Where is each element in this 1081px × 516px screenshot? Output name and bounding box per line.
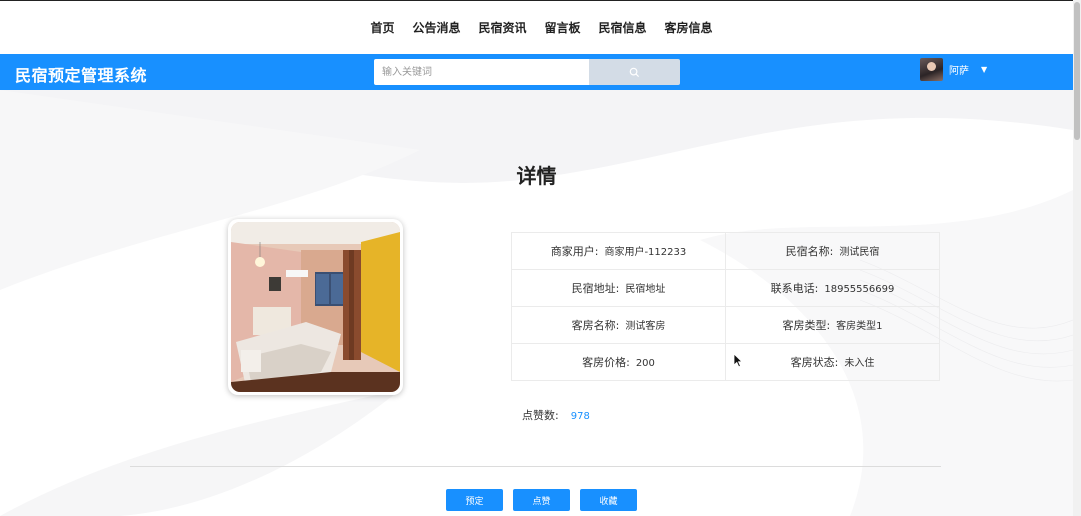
info-cell-room-name: 客房名称: 测试客房 [511,306,726,344]
favorite-button[interactable]: 收藏 [580,489,637,511]
avatar[interactable] [920,58,943,81]
scrollbar-thumb[interactable] [1074,2,1080,140]
info-cell-merchant-user: 商家用户: 商家用户-112233 [511,232,726,270]
divider [130,466,941,467]
like-button[interactable]: 点赞 [513,489,570,511]
info-cell-room-type: 客房类型: 客房类型1 [725,306,940,344]
info-cell-phone: 联系电话: 18955556699 [725,269,940,307]
search-icon [629,67,640,77]
likes-count: 点赞数: 978 [522,407,590,423]
info-cell-homestay-address: 民宿地址: 民宿地址 [511,269,726,307]
nav-room-info[interactable]: 客房信息 [665,19,713,36]
search-input[interactable] [374,59,589,85]
scrollbar[interactable] [1073,0,1081,516]
table-row: 客房名称: 测试客房 客房类型: 客房类型1 [511,306,940,344]
book-button[interactable]: 预定 [446,489,503,511]
caret-down-icon[interactable]: ▼ [981,65,987,74]
likes-label: 点赞数: [522,409,559,422]
nav-home[interactable]: 首页 [370,19,394,36]
room-photo [231,222,400,392]
info-cell-room-status: 客房状态: 未入住 [725,343,940,381]
nav-announcements[interactable]: 公告消息 [412,19,460,36]
table-row: 客房价格: 200 客房状态: 未入住 [511,343,940,381]
nav-message-board[interactable]: 留言板 [545,19,581,36]
table-row: 商家用户: 商家用户-112233 民宿名称: 测试民宿 [511,232,940,270]
header-bar: 民宿预定管理系统 阿萨 ▼ [0,54,1073,90]
info-cell-room-price: 客房价格: 200 [511,343,726,381]
table-row: 民宿地址: 民宿地址 联系电话: 18955556699 [511,269,940,307]
user-menu[interactable]: 阿萨 ▼ [920,58,987,81]
likes-value: 978 [570,411,590,422]
room-info-table: 商家用户: 商家用户-112233 民宿名称: 测试民宿 民宿地址: 民宿地址 联系电… [511,232,940,381]
app-title: 民宿预定管理系统 [15,66,148,85]
top-navigation: 首页 公告消息 民宿资讯 留言板 民宿信息 客房信息 [0,0,1073,54]
room-photo-frame [228,219,403,395]
search-button[interactable] [589,59,680,85]
username[interactable]: 阿萨 [949,62,969,77]
nav-homestay-info[interactable]: 民宿信息 [599,19,647,36]
page-title: 详情 [516,164,557,188]
mouse-cursor-icon [733,353,743,368]
search-bar [374,59,680,85]
info-cell-homestay-name: 民宿名称: 测试民宿 [725,232,940,270]
nav-news[interactable]: 民宿资讯 [478,19,526,36]
